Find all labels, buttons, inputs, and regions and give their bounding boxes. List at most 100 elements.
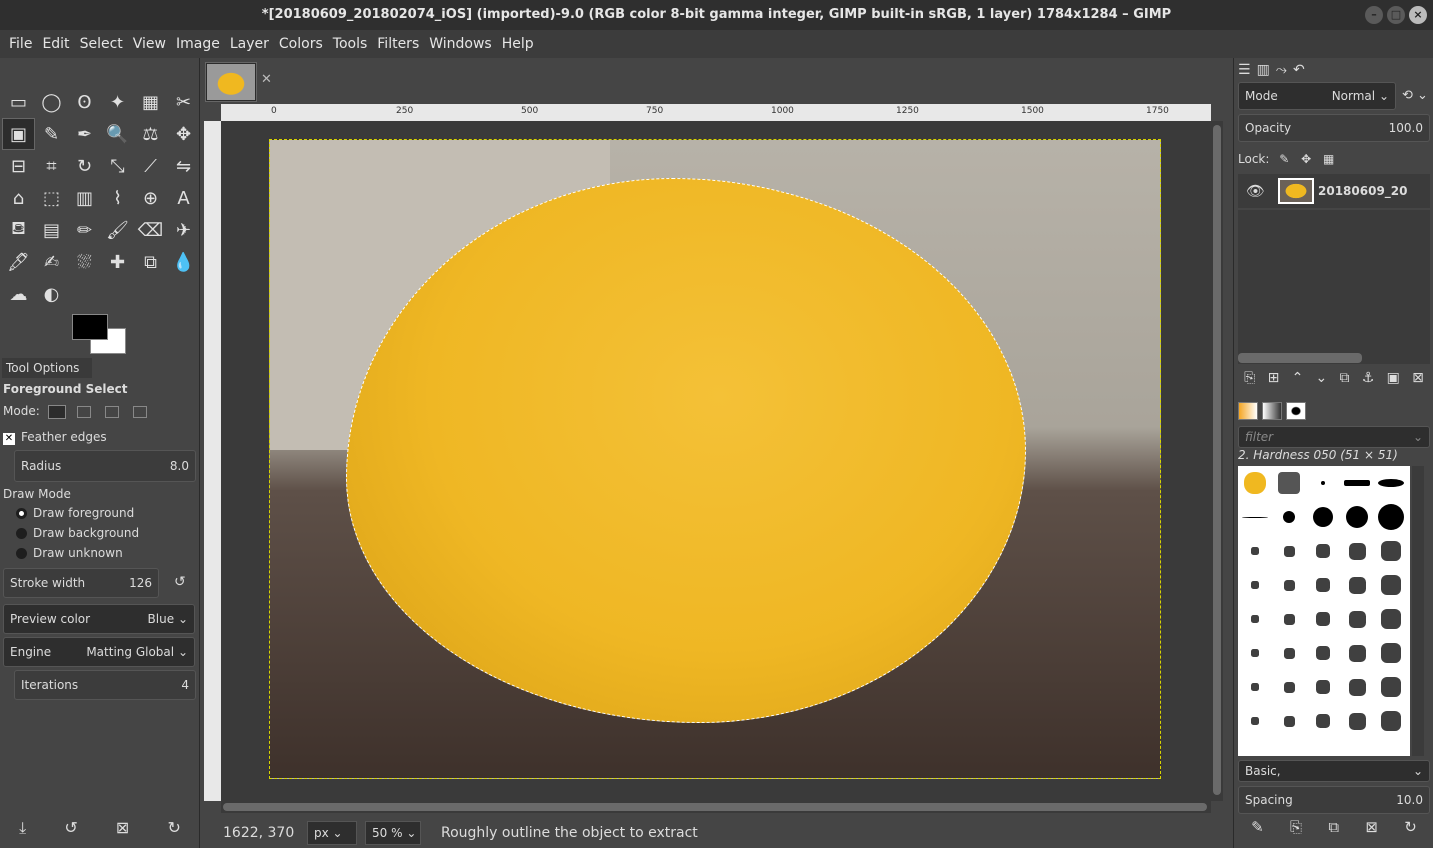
- brush-grid[interactable]: [1238, 466, 1410, 756]
- delete-layer-icon[interactable]: ⊠: [1412, 370, 1424, 386]
- brush-preview[interactable]: [1340, 466, 1374, 500]
- raise-layer-icon[interactable]: ⌃: [1292, 370, 1304, 386]
- new-brush-icon[interactable]: ⎘: [1290, 818, 1302, 836]
- fuzzy-select-icon[interactable]: ✦: [101, 86, 134, 118]
- smudge-icon[interactable]: ☁: [2, 278, 35, 310]
- tab-tool-options[interactable]: Tool Options: [2, 358, 92, 378]
- heal-icon[interactable]: ✚: [101, 246, 134, 278]
- brush-preview[interactable]: [1374, 670, 1408, 704]
- menu-view[interactable]: View: [128, 36, 171, 52]
- menu-windows[interactable]: Windows: [424, 36, 497, 52]
- menu-tools[interactable]: Tools: [328, 36, 373, 52]
- color-picker-icon[interactable]: ✒: [68, 118, 101, 150]
- restore-preset-icon[interactable]: ↺: [64, 818, 77, 838]
- mode-replace-icon[interactable]: [47, 404, 66, 419]
- brush-preview[interactable]: [1306, 670, 1340, 704]
- scale-icon[interactable]: ⤡: [101, 150, 134, 182]
- maximize-button[interactable]: □: [1387, 6, 1405, 24]
- menu-layer[interactable]: Layer: [225, 36, 274, 52]
- free-select-icon[interactable]: ʘ: [68, 86, 101, 118]
- anchor-layer-icon[interactable]: ⚓: [1362, 370, 1375, 386]
- patterns-tab-icon[interactable]: [1262, 402, 1282, 420]
- mode-add-icon[interactable]: [77, 405, 92, 418]
- draw-foreground-radio[interactable]: Draw foreground: [16, 506, 134, 520]
- brush-preview[interactable]: [1374, 602, 1408, 636]
- brush-preview[interactable]: [1238, 568, 1272, 602]
- save-preset-icon[interactable]: ⤓: [19, 818, 26, 838]
- brush-preview[interactable]: [1340, 670, 1374, 704]
- foreground-color-swatch[interactable]: [72, 314, 108, 340]
- new-layer-group-icon[interactable]: ⊞: [1268, 370, 1280, 386]
- brush-preview[interactable]: [1306, 466, 1340, 500]
- menu-help[interactable]: Help: [497, 36, 539, 52]
- close-tab-icon[interactable]: ✕: [261, 72, 272, 87]
- brush-filter-input[interactable]: filter ⌄: [1238, 426, 1430, 448]
- preview-color-select[interactable]: Preview color Blue ⌄: [3, 604, 195, 634]
- brush-preview[interactable]: [1272, 670, 1306, 704]
- layers-scrollbar[interactable]: [1238, 352, 1430, 364]
- 3d-transform-icon[interactable]: ▥: [68, 182, 101, 214]
- duplicate-layer-icon[interactable]: ⧉: [1340, 370, 1350, 386]
- feather-edges-row[interactable]: ✕ Feather edges: [3, 430, 107, 445]
- minimize-button[interactable]: –: [1365, 6, 1383, 24]
- brush-preview[interactable]: [1272, 636, 1306, 670]
- menu-file[interactable]: File: [4, 36, 37, 52]
- zoom-select[interactable]: 50 % ⌄: [365, 821, 421, 845]
- airbrush-icon[interactable]: ✈: [167, 214, 200, 246]
- lock-position-icon[interactable]: ✥: [1301, 152, 1311, 166]
- bucket-fill-icon[interactable]: ⛾: [2, 214, 35, 246]
- move-icon[interactable]: ✥: [167, 118, 200, 150]
- paths-tab-icon[interactable]: ⤳: [1276, 62, 1287, 78]
- lower-layer-icon[interactable]: ⌄: [1316, 370, 1328, 386]
- horizontal-scrollbar[interactable]: [221, 801, 1211, 813]
- brush-preview[interactable]: [1374, 568, 1408, 602]
- brush-preview[interactable]: [1272, 568, 1306, 602]
- reset-stroke-icon[interactable]: ↺: [174, 574, 186, 590]
- vertical-scrollbar[interactable]: [1211, 121, 1223, 801]
- brush-preview[interactable]: [1340, 534, 1374, 568]
- edit-brush-icon[interactable]: ✎: [1251, 818, 1264, 836]
- refresh-brushes-icon[interactable]: ↻: [1404, 818, 1417, 836]
- spacing-spin[interactable]: Spacing 10.0: [1238, 786, 1430, 814]
- clone-icon[interactable]: ⛆: [68, 246, 101, 278]
- crop-icon[interactable]: ⌗: [35, 150, 68, 182]
- perspective-clone-icon[interactable]: ⧉: [134, 246, 167, 278]
- draw-unknown-radio[interactable]: Draw unknown: [16, 546, 123, 560]
- vertical-ruler[interactable]: [204, 121, 221, 801]
- menu-filters[interactable]: Filters: [372, 36, 424, 52]
- layer-mode-select[interactable]: Mode Normal ⌄: [1238, 82, 1396, 110]
- warp-icon[interactable]: ⌇: [101, 182, 134, 214]
- menu-edit[interactable]: Edit: [37, 36, 74, 52]
- brush-preview[interactable]: [1238, 670, 1272, 704]
- brush-preview[interactable]: [1340, 636, 1374, 670]
- brush-tag-select[interactable]: Basic, ⌄: [1238, 760, 1430, 782]
- delete-brush-icon[interactable]: ⊠: [1365, 818, 1378, 836]
- brush-preview[interactable]: [1306, 602, 1340, 636]
- foreground-select-icon[interactable]: ▣: [2, 118, 35, 150]
- eraser-icon[interactable]: ⌫: [134, 214, 167, 246]
- scissors-select-icon[interactable]: ✂: [167, 86, 200, 118]
- paintbrush-icon[interactable]: 🖌: [101, 214, 134, 246]
- duplicate-brush-icon[interactable]: ⧉: [1328, 818, 1339, 836]
- perspective-icon[interactable]: ⬚: [35, 182, 68, 214]
- gradient-icon[interactable]: ▤: [35, 214, 68, 246]
- measure-icon[interactable]: ⚖: [134, 118, 167, 150]
- unified-transform-icon[interactable]: ⊕: [134, 182, 167, 214]
- reset-icon[interactable]: ↻: [167, 818, 180, 838]
- brush-preview[interactable]: [1340, 602, 1374, 636]
- brush-preview[interactable]: [1306, 704, 1340, 738]
- mode-intersect-icon[interactable]: [133, 405, 148, 418]
- rect-select-icon[interactable]: ▭: [2, 86, 35, 118]
- brush-preview[interactable]: [1340, 500, 1374, 534]
- menu-colors[interactable]: Colors: [274, 36, 328, 52]
- canvas-viewport[interactable]: [221, 121, 1211, 801]
- engine-select[interactable]: Engine Matting Global ⌄: [3, 637, 195, 667]
- shear-icon[interactable]: ⟋: [134, 150, 167, 182]
- menu-image[interactable]: Image: [171, 36, 225, 52]
- color-swatches[interactable]: [72, 312, 132, 356]
- brush-preview[interactable]: [1374, 500, 1408, 534]
- brush-preview[interactable]: [1374, 534, 1408, 568]
- brush-preview[interactable]: [1374, 466, 1408, 500]
- brush-preview[interactable]: [1306, 500, 1340, 534]
- image-canvas[interactable]: [269, 139, 1161, 779]
